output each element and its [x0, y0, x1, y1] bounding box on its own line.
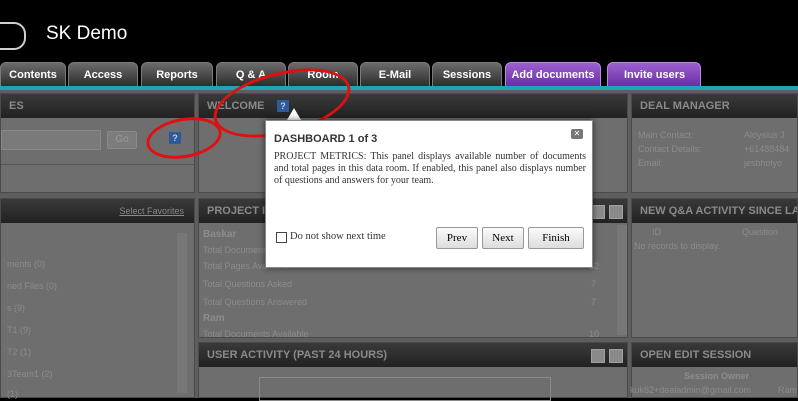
files-panel-title: ES [1, 94, 194, 118]
empty-text: No records to display. [634, 241, 721, 251]
metrics-label: Total Documents Available [203, 329, 309, 339]
tooltip-pointer [287, 108, 301, 120]
minimize-icon[interactable] [591, 349, 605, 363]
metrics-value: 7 [591, 297, 597, 307]
tab-access[interactable]: Access [68, 62, 138, 86]
qa-activity-panel: NEW Q&A ACTIVITY SINCE LA ID Question No… [631, 198, 798, 338]
dashboard-tour-dialog: DASHBOARD 1 of 3 ✕ PROJECT METRICS: This… [265, 120, 593, 268]
folders-panel: Select Favorites ments (0) ned Files (0)… [0, 198, 195, 399]
qa-activity-title: NEW Q&A ACTIVITY SINCE LA [632, 199, 797, 223]
deal-manager-panel: DEAL MANAGER Main Contact: Aloysius J Co… [631, 93, 798, 193]
tab-contents[interactable]: Contents [0, 62, 66, 86]
close-icon[interactable]: ✕ [571, 129, 583, 139]
main-contact-value: Aloysius J [744, 130, 785, 140]
next-button[interactable]: Next [482, 227, 524, 249]
col-question: Question [742, 227, 779, 237]
list-item[interactable]: s (9) [7, 303, 25, 313]
session-trail: Ram [778, 385, 798, 395]
list-item[interactable]: T2 (1) [7, 347, 31, 357]
metrics-value: 10 [589, 329, 600, 339]
divider [1, 164, 195, 165]
scrollbar[interactable] [617, 225, 627, 335]
scrollbar[interactable] [177, 233, 187, 393]
do-not-show-checkbox[interactable] [276, 232, 287, 243]
metrics-group: Baskar [203, 229, 237, 240]
minimize-icon[interactable] [591, 205, 605, 219]
folders-panel-head: Select Favorites [1, 199, 194, 223]
activity-chart-frame [259, 377, 551, 401]
select-favorites-link[interactable]: Select Favorites [119, 199, 184, 223]
invite-users-button[interactable]: Invite users [607, 62, 701, 86]
list-item[interactable]: T1 (9) [7, 325, 31, 335]
dialog-title: DASHBOARD 1 of 3 [274, 133, 378, 145]
metrics-label: Total Questions Answered [203, 297, 308, 307]
metrics-group: Ram [203, 313, 225, 324]
contact-details-value: +61488484 [744, 144, 790, 154]
close-icon[interactable] [609, 205, 623, 219]
deal-manager-title: DEAL MANAGER [632, 94, 797, 118]
main-contact-label: Main Contact: [638, 130, 694, 140]
close-icon[interactable] [609, 349, 623, 363]
go-button[interactable]: Go [107, 131, 137, 149]
metrics-label: Total Questions Asked [203, 279, 293, 289]
dialog-body: PROJECT METRICS: This panel displays ava… [274, 151, 586, 186]
tab-email[interactable]: E-Mail [360, 62, 430, 86]
search-input[interactable] [1, 130, 101, 150]
metrics-label: Total Document [203, 245, 266, 255]
col-session-owner: Session Owner [684, 371, 750, 381]
list-item[interactable]: 3Team1 (2) [7, 369, 53, 379]
logo-icon [0, 22, 26, 50]
email-value[interactable]: jesbholyo [744, 158, 782, 168]
open-edit-title: OPEN EDIT SESSION [632, 343, 797, 367]
list-item[interactable]: ned Files (0) [7, 281, 57, 291]
tab-sessions[interactable]: Sessions [432, 62, 502, 86]
app-title: SK Demo [46, 23, 128, 44]
finish-button[interactable]: Finish [528, 227, 584, 249]
email-label: Email: [638, 158, 664, 168]
contact-details-label: Contact Details: [638, 144, 702, 154]
user-activity-panel: USER ACTIVITY (PAST 24 HOURS) [198, 342, 628, 401]
tab-reports[interactable]: Reports [141, 62, 213, 86]
session-owner-value: kuk82+dealadmin@gmail.com [630, 385, 751, 395]
add-documents-button[interactable]: Add documents [505, 62, 601, 86]
prev-button[interactable]: Prev [436, 227, 478, 249]
col-id: ID [652, 227, 661, 237]
open-edit-panel: OPEN EDIT SESSION Session Owner kuk82+de… [630, 342, 798, 398]
do-not-show-label[interactable]: Do not show next time [290, 231, 386, 242]
user-activity-title: USER ACTIVITY (PAST 24 HOURS) [199, 343, 627, 367]
metrics-value: 7 [591, 279, 597, 289]
list-item[interactable]: ments (0) [7, 259, 45, 269]
